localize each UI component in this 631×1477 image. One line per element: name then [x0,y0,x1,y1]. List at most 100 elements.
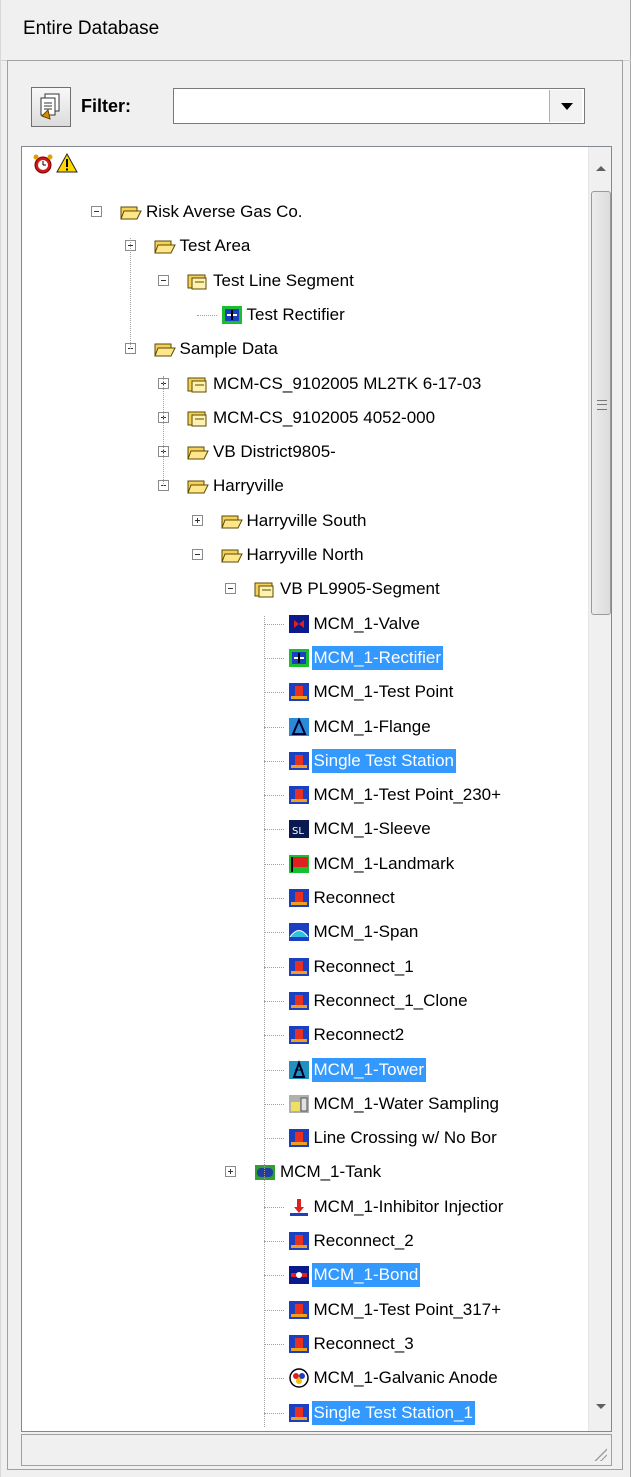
tree-node-label: Harryville North [246,545,364,564]
tree-node[interactable]: MCM-CS_9102005 4052-000 [22,403,587,433]
filter-combobox[interactable] [173,88,585,124]
tree-node-label: Line Crossing w/ No Bor [313,1128,497,1148]
folder-open-icon [120,202,142,222]
tree-node[interactable]: MCM_1-Span [22,917,587,947]
tree-node-label: VB District9805- [213,442,336,462]
vertical-scrollbar[interactable] [588,147,611,1431]
tree-node[interactable]: VB District9805- [22,437,587,467]
test-point-icon [288,682,310,702]
test-point-icon [288,751,310,771]
tree-node[interactable]: Harryville North [22,540,587,570]
collapse-toggle[interactable] [91,206,102,217]
tree-node[interactable]: Reconnect_1 [22,952,587,982]
test-point-icon [288,888,310,908]
tree-node[interactable]: MCM_1-Test Point_317+ [22,1295,587,1325]
tree-node[interactable]: Line Crossing w/ No Bor [22,1123,587,1153]
filter-options-button[interactable] [31,87,71,127]
tree-node-label: Reconnect2 [313,1025,405,1045]
entire-database-window: Entire Database Filter: Risk Averse Gas … [0,0,631,1477]
tree-node-label: MCM_1-Test Point_230+ [313,785,502,805]
filter-dropdown-button[interactable] [549,90,582,122]
tree-node-label: Harryville [213,476,284,496]
tree-node[interactable]: MCM_1-Bond [22,1260,587,1290]
tree-node-label: MCM_1-Rectifier [311,645,444,670]
tree-node-label: MCM_1-Sleeve [313,819,431,839]
status-bar [21,1434,612,1466]
span-icon [288,922,310,942]
warning-icon[interactable] [56,153,78,173]
tree-node-label: MCM_1-Flange [313,716,431,736]
valve-icon [288,614,310,634]
tree-node[interactable]: Test Area [22,231,587,261]
tree-node[interactable]: Test Line Segment [22,266,587,296]
tree-node[interactable]: MCM_1-Tank [22,1157,587,1187]
scroll-up-arrow[interactable] [589,155,611,185]
scroll-thumb[interactable] [591,191,611,615]
tree-node[interactable]: Reconnect [22,883,587,913]
tree-node[interactable]: MCM_1-Inhibitor Injectior [22,1192,587,1222]
test-point-icon [288,1128,310,1148]
tree-node[interactable]: MCM_1-Flange [22,712,587,742]
tree-node-label: MCM-CS_9102005 4052-000 [213,407,436,427]
test-point-icon [288,785,310,805]
tree-node[interactable]: MCM_1-Rectifier [22,643,587,673]
segment-folder-icon [187,408,209,428]
tree-node[interactable]: Harryville [22,471,587,501]
scroll-down-arrow[interactable] [589,1393,611,1423]
test-point-icon [288,1334,310,1354]
collapse-toggle[interactable] [158,274,169,286]
resize-grip[interactable] [593,1447,607,1461]
tree-node[interactable]: MCM_1-Water Sampling [22,1089,587,1119]
tree-node-label: VB PL9905-Segment [280,579,440,599]
tree-node-label: Test Line Segment [213,270,354,290]
tree-node[interactable]: MCM_1-Tower [22,1055,587,1085]
collapse-toggle[interactable] [225,583,236,595]
segment-folder-icon [187,374,209,394]
tree-view[interactable]: Risk Averse Gas Co. Test Area Test Line Se… [21,146,612,1432]
tree-node-label: Reconnect_1 [313,956,414,976]
test-point-icon [288,1231,310,1251]
tree-node[interactable]: Sample Data [22,334,587,364]
tree-node-label: Reconnect_2 [313,1231,414,1250]
test-point-icon [288,1300,310,1320]
tree-node[interactable]: Reconnect_3 [22,1329,587,1359]
tree-node-label: MCM_1-Valve [313,613,420,633]
filter-label: Filter: [81,96,132,116]
tree-node[interactable]: Test Rectifier [22,300,587,330]
tree-node[interactable]: MCM_1-Test Point_230+ [22,780,587,810]
svg-text:SL: SL [292,826,304,837]
tree-node-label: Reconnect_3 [313,1333,414,1353]
tree-node-label: Sample Data [179,339,278,359]
segment-folder-icon [187,271,209,291]
tree-node[interactable]: MCM_1-Landmark [22,849,587,879]
sleeve-icon: SL [288,819,310,839]
test-point-icon [288,957,310,977]
tree-node-label: Test Rectifier [246,304,345,324]
tree-node[interactable]: Reconnect_1_Clone [22,986,587,1016]
tree-node[interactable]: MCM_1-Test Point [22,677,587,707]
tree-node-label: Harryville South [246,510,367,530]
tree-toolbar [22,147,587,181]
test-point-icon [288,1025,310,1045]
tree-node[interactable]: Reconnect2 [22,1020,587,1050]
alarm-clock-icon[interactable] [32,153,54,175]
tree-node[interactable]: MCM_1-Valve [22,609,587,639]
tree-node[interactable]: Single Test Station [22,746,587,776]
tree-node-label: MCM_1-Bond [311,1263,421,1288]
tree-node[interactable]: Risk Averse Gas Co. [22,197,587,227]
tree-node-label: Single Test Station [311,748,456,773]
tree-node[interactable]: Single Test Station_1 [22,1398,587,1428]
tree-node[interactable]: Reconnect_2 [22,1226,587,1256]
expand-toggle[interactable] [191,514,203,526]
test-point-icon [288,1403,310,1423]
tree-node-label: MCM_1-Span [313,922,419,942]
tree-node[interactable]: Harryville South [22,506,587,536]
tree-node[interactable]: MCM-CS_9102005 ML2TK 6-17-03 [22,369,587,399]
collapse-toggle[interactable] [191,549,203,560]
title-bar: Entire Database [1,0,631,61]
tree-node[interactable]: SL MCM_1-Sleeve [22,814,587,844]
tank-icon [254,1162,276,1182]
expand-toggle[interactable] [225,1166,236,1178]
tree-node[interactable]: MCM_1-Galvanic Anode [22,1363,587,1393]
tree-node[interactable]: VB PL9905-Segment [22,574,587,604]
